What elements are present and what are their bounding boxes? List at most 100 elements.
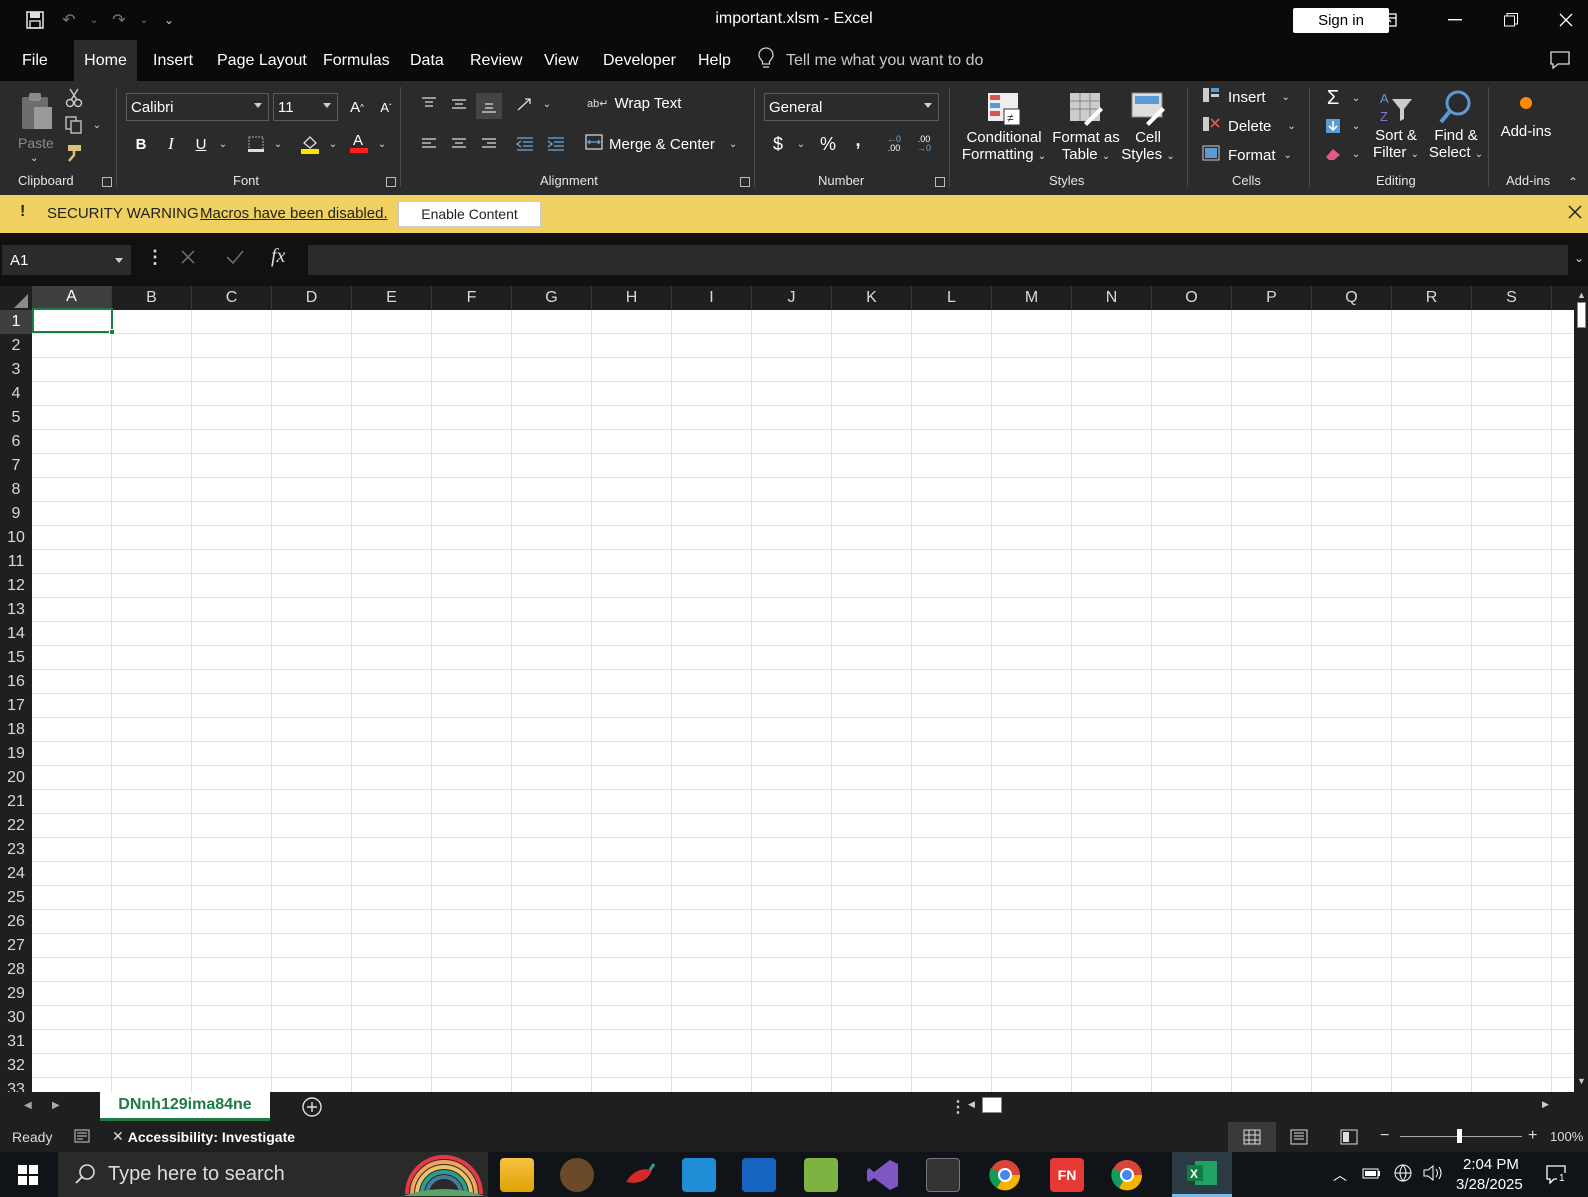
add-sheet-icon[interactable] [301, 1096, 323, 1123]
row-header[interactable]: 10 [0, 526, 32, 550]
formula-input[interactable] [308, 245, 1568, 275]
minimize-icon[interactable] [1427, 0, 1483, 40]
row-header[interactable]: 25 [0, 886, 32, 910]
row-header[interactable]: 7 [0, 454, 32, 478]
merge-center-button[interactable]: Merge & Center ⌄ [585, 134, 737, 154]
paste-button[interactable]: Paste ⌄ [14, 87, 56, 167]
zoom-slider[interactable] [1400, 1129, 1522, 1143]
align-right-icon[interactable] [476, 131, 502, 157]
column-header[interactable]: I [672, 286, 752, 310]
horizontal-scroll-thumb[interactable] [982, 1097, 1002, 1113]
zoom-slider-thumb[interactable] [1457, 1129, 1462, 1143]
undo-icon[interactable]: ↶ [54, 5, 84, 35]
active-cell[interactable] [32, 308, 113, 333]
tab-review[interactable]: Review [458, 40, 534, 81]
italic-button[interactable]: I [158, 131, 184, 157]
enable-content-button[interactable]: Enable Content [398, 201, 541, 227]
network-icon[interactable] [1393, 1163, 1413, 1188]
scroll-sheets-right-icon[interactable]: ▶ [52, 1100, 60, 1111]
more-options-icon[interactable]: ⋮ [146, 247, 164, 268]
vertical-scrollbar[interactable]: ▲ ▼ [1574, 286, 1588, 1092]
terminal-icon[interactable] [926, 1158, 960, 1192]
chrome-icon[interactable] [988, 1158, 1022, 1192]
tab-page-layout[interactable]: Page Layout [205, 40, 319, 81]
chrome-icon-2[interactable] [1110, 1158, 1144, 1192]
collapse-ribbon-icon[interactable]: ⌃ [1568, 175, 1578, 189]
font-name-select[interactable]: Calibri [126, 93, 269, 121]
row-header[interactable]: 20 [0, 766, 32, 790]
increase-indent-icon[interactable] [543, 131, 569, 157]
row-header[interactable]: 19 [0, 742, 32, 766]
align-bottom-icon[interactable] [476, 93, 502, 119]
alignment-launcher-icon[interactable] [740, 177, 750, 187]
app-blue-icon[interactable] [682, 1158, 716, 1192]
format-painter-icon[interactable] [61, 140, 87, 166]
undo-dropdown-icon[interactable]: ⌄ [88, 5, 100, 35]
battery-icon[interactable] [1362, 1166, 1382, 1185]
font-color-dropdown-icon[interactable]: ⌄ [369, 131, 395, 157]
format-as-table-button[interactable]: Format as Table ⌄ [1050, 87, 1122, 171]
excel-taskbar-icon[interactable]: X [1172, 1152, 1232, 1197]
cancel-entry-icon[interactable] [180, 249, 196, 270]
column-header[interactable]: S [1472, 286, 1552, 310]
row-header[interactable]: 22 [0, 814, 32, 838]
row-header[interactable]: 16 [0, 670, 32, 694]
add-ins-button[interactable]: Add-ins [1496, 87, 1556, 171]
column-header[interactable]: F [432, 286, 512, 310]
row-header[interactable]: 21 [0, 790, 32, 814]
scroll-sheets-left-icon[interactable]: ◀ [24, 1100, 32, 1111]
cut-icon[interactable] [61, 85, 87, 111]
redo-dropdown-icon[interactable]: ⌄ [138, 5, 150, 35]
tab-developer[interactable]: Developer [591, 40, 688, 81]
comments-icon[interactable] [1549, 50, 1571, 75]
decrease-indent-icon[interactable] [512, 131, 538, 157]
font-launcher-icon[interactable] [386, 177, 396, 187]
tab-view[interactable]: View [532, 40, 590, 81]
row-header[interactable]: 23 [0, 838, 32, 862]
orientation-dropdown-icon[interactable]: ⌄ [534, 91, 560, 117]
zoom-out-icon[interactable]: − [1380, 1127, 1389, 1145]
app-monitor-icon[interactable] [742, 1158, 776, 1192]
row-header[interactable]: 13 [0, 598, 32, 622]
find-select-button[interactable]: Find & Select ⌄ [1426, 87, 1486, 171]
confirm-entry-icon[interactable] [226, 249, 244, 270]
sort-filter-button[interactable]: AZ Sort & Filter ⌄ [1366, 87, 1426, 171]
row-header[interactable]: 4 [0, 382, 32, 406]
increase-font-size-icon[interactable]: A ^ [344, 94, 370, 120]
sheet-tab[interactable]: DNnh129ima84ne [100, 1092, 270, 1121]
number-format-select[interactable]: General [764, 93, 939, 121]
zoom-level[interactable]: 100% [1550, 1129, 1583, 1144]
align-top-icon[interactable] [416, 91, 442, 117]
tab-file[interactable]: File [10, 40, 60, 81]
app-notepad-icon[interactable] [804, 1158, 838, 1192]
close-warning-icon[interactable] [1568, 205, 1582, 224]
column-header[interactable]: N [1072, 286, 1152, 310]
align-middle-icon[interactable] [446, 91, 472, 117]
row-header[interactable]: 14 [0, 622, 32, 646]
tab-help[interactable]: Help [686, 40, 743, 81]
merge-center-dropdown-icon[interactable]: ⌄ [729, 139, 737, 150]
fill-color-dropdown-icon[interactable]: ⌄ [320, 131, 346, 157]
row-header[interactable]: 3 [0, 358, 32, 382]
page-break-preview-icon[interactable] [1340, 1129, 1358, 1148]
restore-icon[interactable] [1483, 0, 1539, 40]
decrease-decimal-button[interactable]: .00 →0 [911, 131, 937, 157]
row-header[interactable]: 24 [0, 862, 32, 886]
name-box[interactable]: A1 [2, 245, 131, 275]
increase-decimal-button[interactable]: ←0.00 [881, 131, 907, 157]
column-header[interactable]: J [752, 286, 832, 310]
column-header[interactable]: A [32, 286, 112, 310]
column-header[interactable]: Q [1312, 286, 1392, 310]
column-header[interactable]: K [832, 286, 912, 310]
file-explorer-icon[interactable] [500, 1158, 534, 1192]
row-header[interactable]: 2 [0, 334, 32, 358]
font-size-select[interactable]: 11 [273, 93, 338, 121]
macro-recording-icon[interactable] [74, 1128, 90, 1147]
normal-view-icon[interactable] [1228, 1122, 1276, 1152]
page-layout-view-icon[interactable] [1290, 1129, 1308, 1148]
insert-cells-button[interactable]: Insert ⌄ [1202, 87, 1290, 107]
tab-split-handle-icon[interactable]: ⋮ [950, 1097, 966, 1117]
accessibility-checker[interactable]: ✕ Accessibility: Investigate [112, 1128, 295, 1145]
wrap-text-button[interactable]: ab↵ Wrap Text [587, 95, 681, 112]
cell-styles-button[interactable]: Cell Styles ⌄ [1118, 87, 1178, 171]
